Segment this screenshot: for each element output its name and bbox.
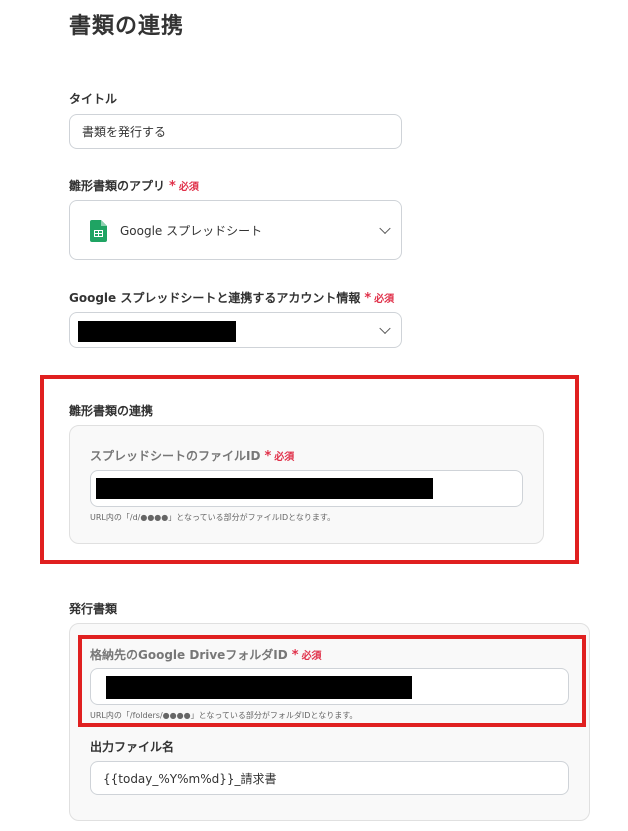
redacted-file-id (96, 478, 433, 499)
template-app-label: 雛形書類のアプリ * 必須 (69, 177, 199, 194)
account-label-text: Google スプレッドシートと連携するアカウント情報 (69, 291, 361, 305)
file-id-input[interactable] (90, 470, 523, 507)
output-filename-input[interactable]: {{today_%Y%m%d}}_請求書 (90, 761, 569, 795)
google-sheets-icon (90, 220, 107, 242)
output-filename-value: {{today_%Y%m%d}}_請求書 (103, 771, 277, 786)
chevron-down-icon (379, 222, 391, 235)
folder-id-label: 格納先のGoogle DriveフォルダID * 必須 (90, 646, 322, 663)
template-app-name: Google スプレッドシート (120, 223, 263, 238)
account-label: Google スプレッドシートと連携するアカウント情報 * 必須 (69, 289, 394, 306)
required-badge: * 必須 (364, 291, 395, 306)
template-app-label-text: 雛形書類のアプリ (69, 179, 166, 193)
required-badge: * 必須 (264, 449, 295, 464)
issue-section-title: 発行書類 (69, 602, 118, 616)
file-id-label-text: スプレッドシートのファイルID (90, 449, 261, 463)
required-badge: * 必須 (169, 179, 199, 194)
folder-id-label-text: 格納先のGoogle DriveフォルダID (90, 648, 288, 662)
title-label: タイトル (69, 92, 118, 106)
chevron-down-icon (379, 322, 391, 335)
redacted-account (78, 321, 236, 342)
file-id-help: URL内の「/d/●●●●」となっている部分がファイルIDとなります。 (90, 513, 336, 522)
title-input-value: 書類を発行する (82, 125, 167, 139)
folder-id-input[interactable] (90, 668, 569, 705)
template-app-select[interactable]: Google スプレッドシート (69, 200, 402, 260)
file-id-label: スプレッドシートのファイルID * 必須 (90, 447, 294, 464)
account-select[interactable] (69, 312, 402, 348)
folder-id-help: URL内の「/folders/●●●●」となっている部分がフォルダIDとなります… (90, 711, 358, 720)
required-badge: * 必須 (291, 648, 322, 663)
template-link-section-title: 雛形書類の連携 (69, 404, 154, 418)
redacted-folder-id (106, 676, 412, 699)
output-filename-label: 出力ファイル名 (90, 740, 175, 754)
page-title: 書類の連携 (69, 14, 185, 39)
title-input[interactable]: 書類を発行する (69, 114, 402, 149)
